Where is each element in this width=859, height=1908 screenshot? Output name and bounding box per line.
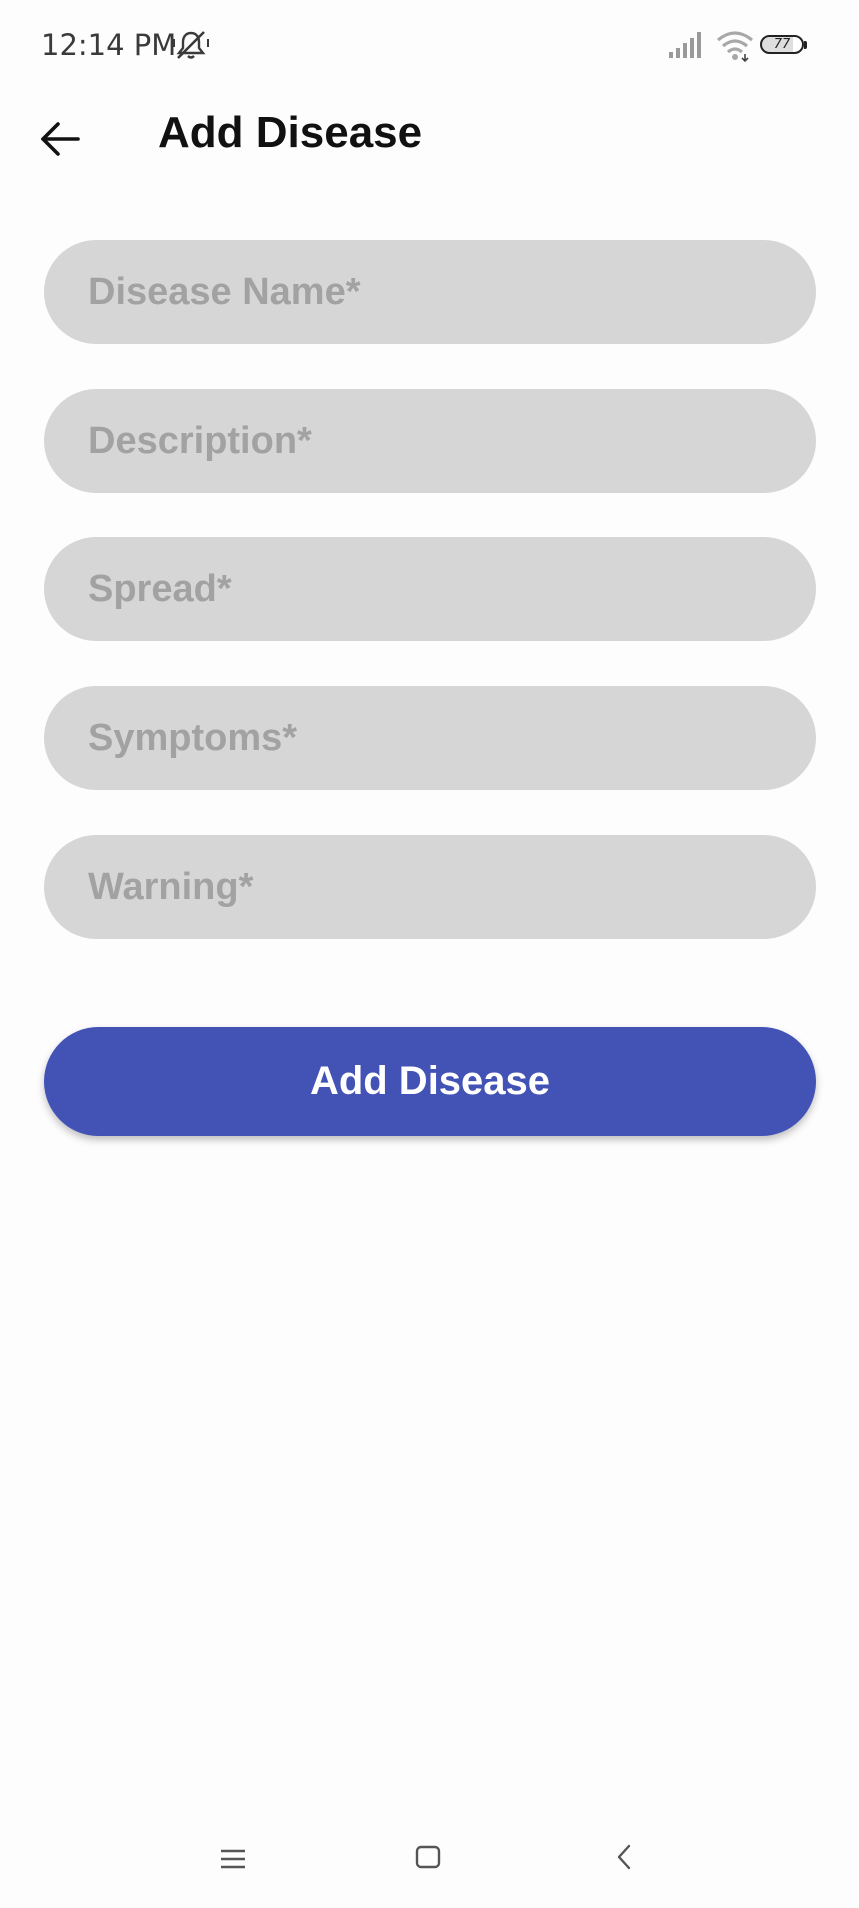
warning-input[interactable] bbox=[88, 835, 816, 939]
disease-name-field[interactable] bbox=[44, 240, 816, 344]
back-button[interactable] bbox=[30, 112, 90, 166]
symptoms-input[interactable] bbox=[88, 686, 816, 790]
arrow-left-icon bbox=[41, 122, 80, 156]
spread-input[interactable] bbox=[88, 537, 816, 641]
symptoms-field[interactable] bbox=[44, 686, 816, 790]
add-disease-button[interactable]: Add Disease bbox=[44, 1027, 816, 1136]
battery-cap bbox=[804, 41, 807, 49]
description-field[interactable] bbox=[44, 389, 816, 493]
app-bar: Add Disease bbox=[0, 92, 859, 182]
spread-field[interactable] bbox=[44, 537, 816, 641]
signal-icon bbox=[669, 32, 701, 58]
description-input[interactable] bbox=[88, 389, 816, 493]
status-time: 12:14 PM bbox=[41, 28, 177, 62]
mute-icon bbox=[173, 31, 209, 59]
menu-icon[interactable] bbox=[218, 1844, 248, 1874]
system-nav-bar bbox=[0, 1810, 859, 1908]
status-bar: 12:14 PM 77 bbox=[0, 0, 859, 92]
wifi-icon bbox=[716, 31, 754, 62]
warning-field[interactable] bbox=[44, 835, 816, 939]
back-icon[interactable] bbox=[610, 1842, 640, 1872]
disease-name-input[interactable] bbox=[88, 240, 816, 344]
add-disease-screen: 12:14 PM 77 Add Disease Disease Name* De… bbox=[0, 0, 859, 1908]
home-icon[interactable] bbox=[413, 1842, 443, 1872]
page-title: Add Disease bbox=[158, 108, 423, 157]
battery-level: 77 bbox=[773, 37, 791, 52]
battery-icon: 77 bbox=[760, 35, 808, 56]
